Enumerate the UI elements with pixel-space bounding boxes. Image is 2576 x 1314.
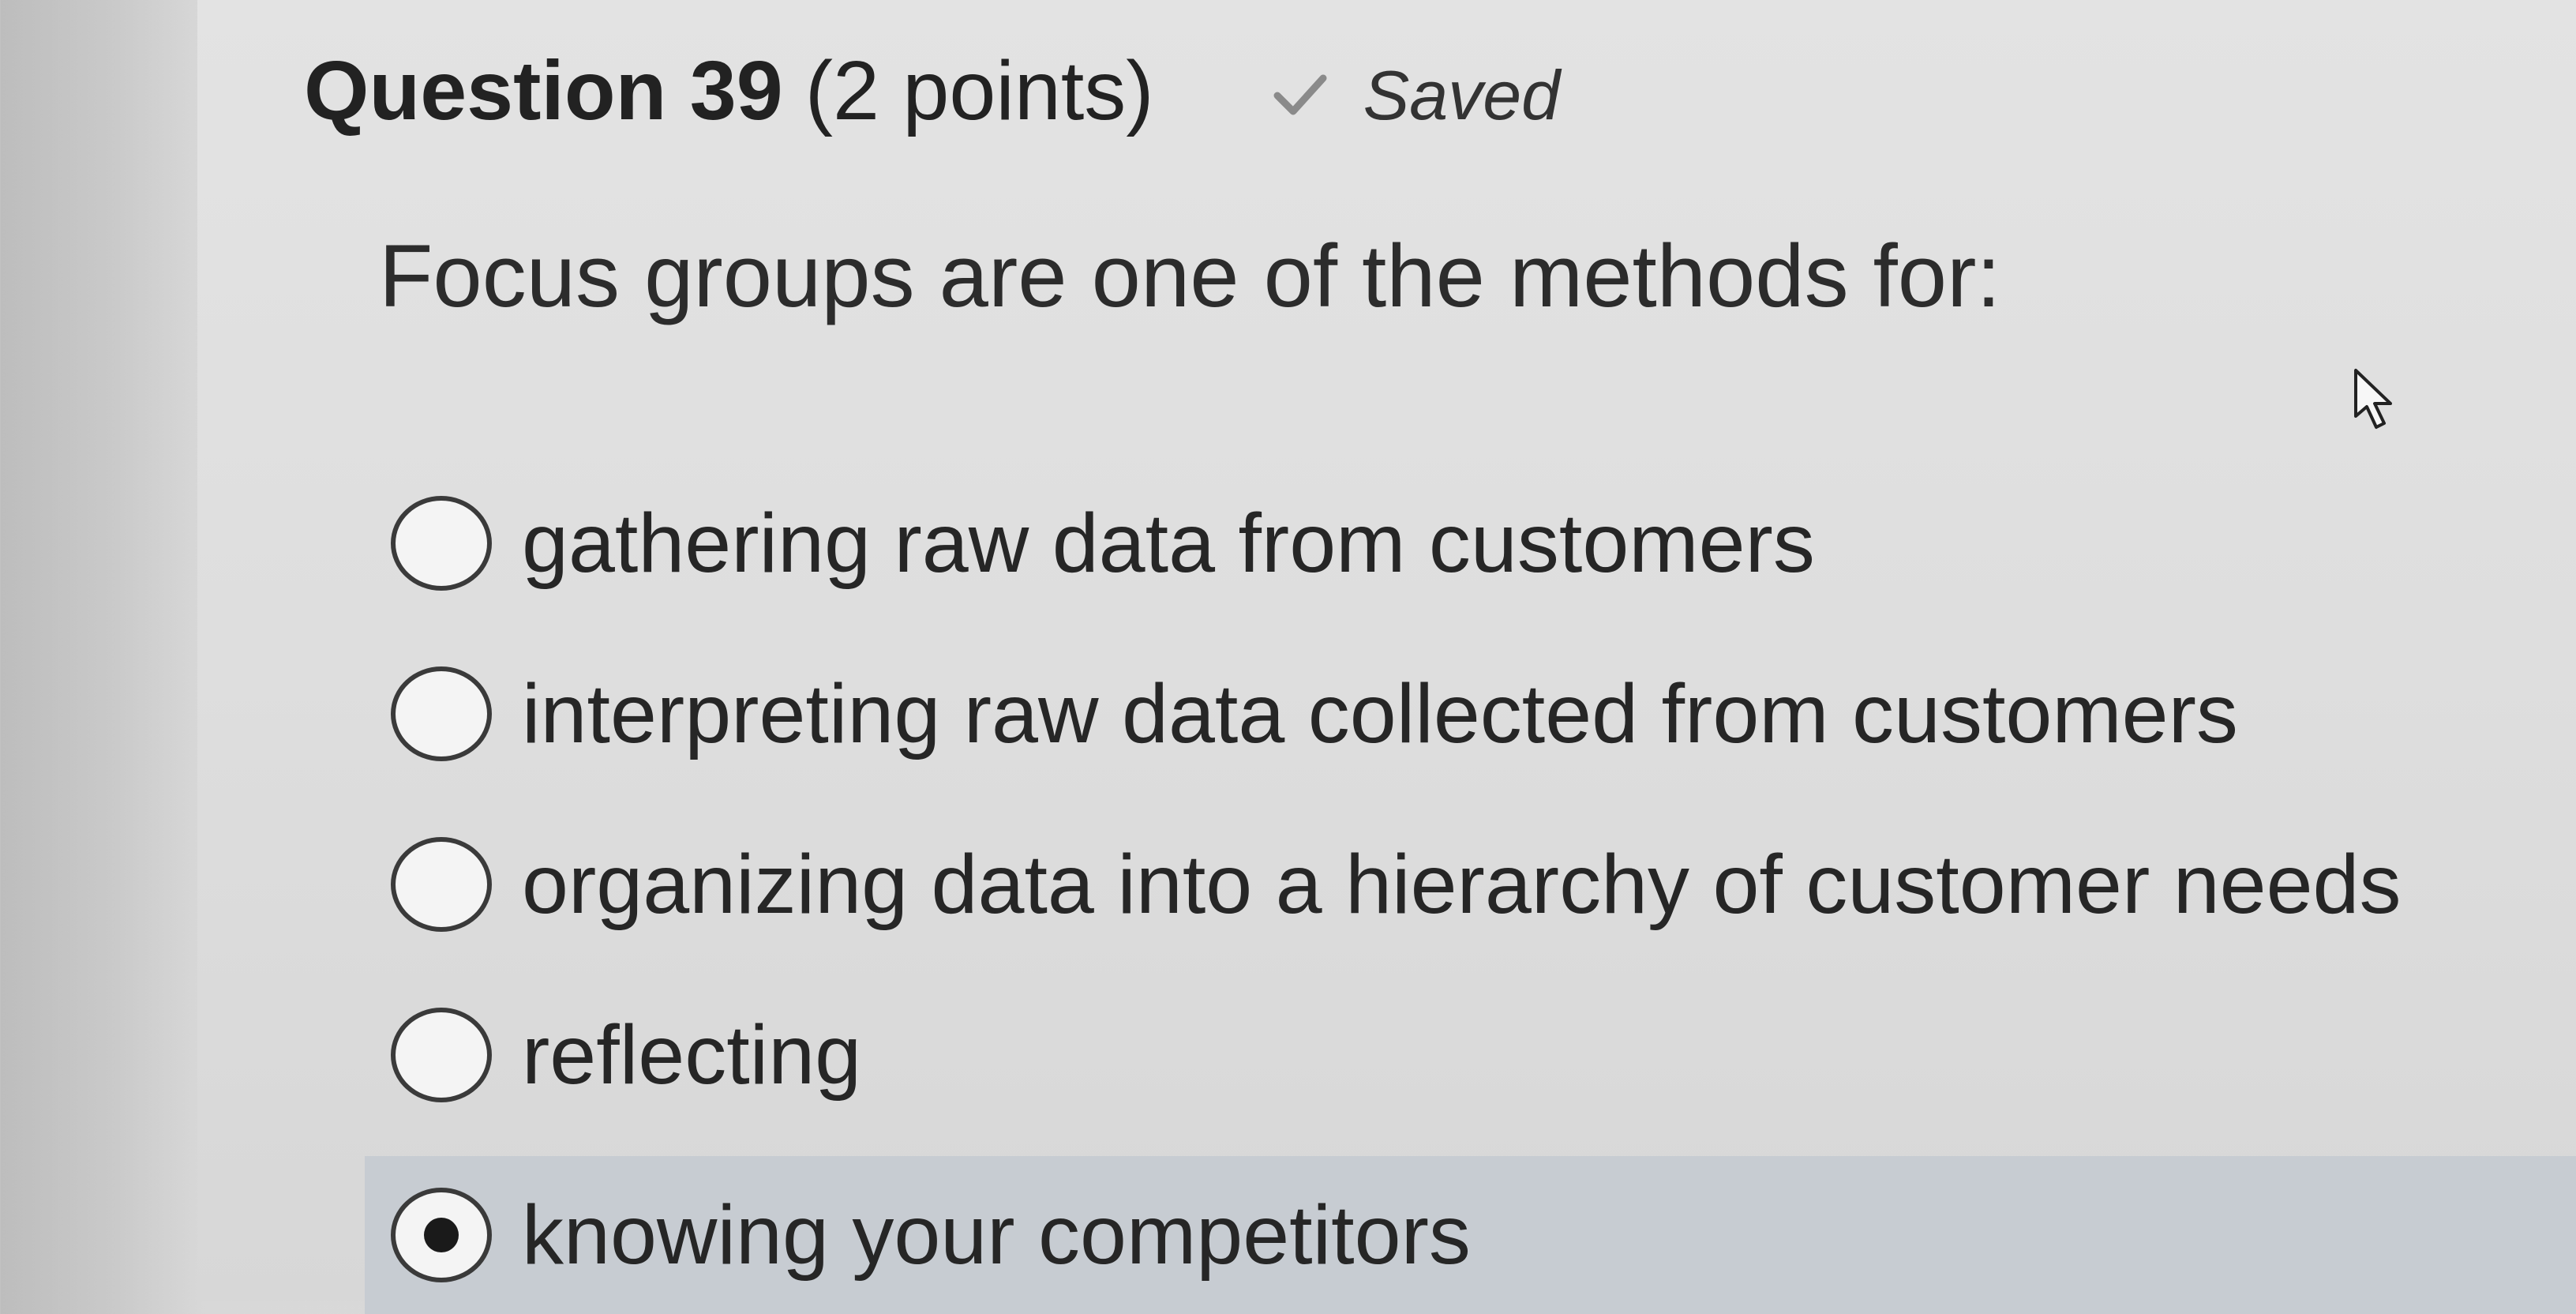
- radio-button[interactable]: [391, 496, 492, 591]
- radio-button-checked[interactable]: [391, 1188, 492, 1282]
- question-points: (2 points): [804, 44, 1154, 137]
- radio-button[interactable]: [391, 837, 492, 932]
- question-header: Question 39 (2 points) Saved: [304, 43, 1560, 139]
- answer-option[interactable]: organizing data into a hierarchy of cust…: [371, 799, 2576, 970]
- mouse-cursor-icon: [2353, 367, 2400, 430]
- radio-dot: [424, 1218, 459, 1252]
- check-icon: [1273, 72, 1328, 119]
- answer-option-selected[interactable]: knowing your competitors: [365, 1156, 2576, 1314]
- radio-button[interactable]: [391, 1008, 492, 1102]
- answer-option[interactable]: reflecting: [371, 970, 2576, 1140]
- answer-option[interactable]: gathering raw data from customers: [371, 458, 2576, 629]
- option-label[interactable]: interpreting raw data collected from cus…: [522, 666, 2238, 762]
- option-label[interactable]: organizing data into a hierarchy of cust…: [522, 837, 2402, 933]
- saved-label: Saved: [1363, 56, 1561, 134]
- answer-options: gathering raw data from customers interp…: [365, 458, 2576, 1314]
- option-label[interactable]: reflecting: [522, 1008, 861, 1103]
- question-prompt: Focus groups are one of the methods for:: [379, 227, 2001, 325]
- question-number: Question 39: [304, 44, 783, 137]
- answer-option[interactable]: interpreting raw data collected from cus…: [371, 629, 2576, 799]
- option-label[interactable]: knowing your competitors: [522, 1188, 1471, 1283]
- option-label[interactable]: gathering raw data from customers: [522, 496, 1815, 591]
- saved-status: Saved: [1273, 55, 1561, 136]
- radio-button[interactable]: [391, 666, 492, 761]
